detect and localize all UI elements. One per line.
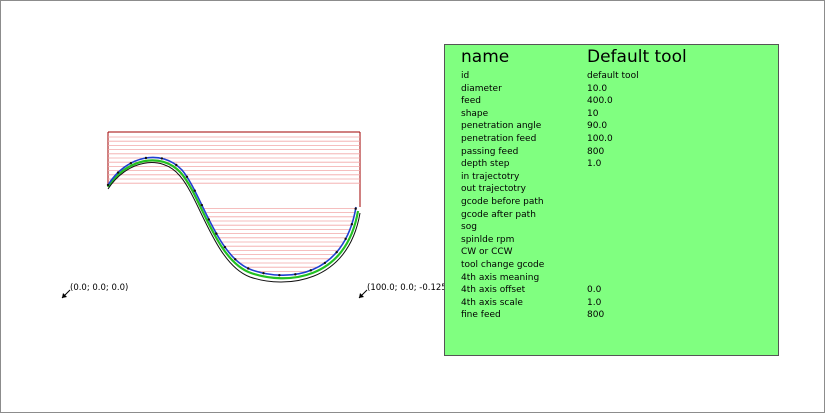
tool-name-value[interactable]: Default tool bbox=[587, 47, 687, 67]
origin-marker-start bbox=[61, 289, 71, 299]
property-value[interactable]: 1.0 bbox=[587, 159, 601, 169]
toolpath-point bbox=[223, 245, 227, 249]
toolpath-point bbox=[278, 273, 281, 277]
toolpath-point bbox=[160, 157, 164, 160]
property-key: CW or CCW bbox=[461, 247, 513, 258]
end-coordinate-label: (100.0; 0.0; -0.125) bbox=[367, 283, 451, 293]
property-value[interactable]: 10 bbox=[587, 109, 598, 119]
property-value[interactable]: 800 bbox=[587, 310, 604, 320]
name-header: name bbox=[461, 47, 510, 67]
property-value[interactable]: 0.0 bbox=[587, 285, 601, 295]
toolpath-point bbox=[323, 261, 327, 265]
toolpath-point bbox=[344, 237, 347, 241]
property-key: feed bbox=[461, 96, 481, 107]
property-key: fine feed bbox=[461, 310, 501, 321]
property-key: spinlde rpm bbox=[461, 234, 515, 245]
toolpath-point bbox=[262, 271, 265, 275]
toolpath-point bbox=[200, 203, 204, 207]
toolpath-point bbox=[185, 175, 189, 178]
tool-properties-panel[interactable]: name Default tool id default tool diameter… bbox=[444, 44, 779, 356]
toolpath-point bbox=[207, 218, 211, 221]
property-key: 4th axis meaning bbox=[461, 272, 540, 283]
property-key: penetration angle bbox=[461, 121, 542, 132]
toolpath-point bbox=[106, 183, 110, 187]
drawing-canvas[interactable]: (0.0; 0.0; 0.0) (100.0; 0.0; -0.125) nam… bbox=[0, 0, 825, 413]
toolpath-point bbox=[294, 273, 297, 276]
toolpath-point bbox=[193, 189, 196, 192]
toolpath-point bbox=[215, 232, 218, 235]
property-value[interactable]: 10.0 bbox=[587, 84, 607, 94]
property-key: gcode before path bbox=[461, 197, 544, 207]
property-key: penetration feed bbox=[461, 134, 537, 144]
origin-coordinate-label: (0.0; 0.0; 0.0) bbox=[70, 283, 129, 293]
toolpath-point bbox=[144, 156, 148, 160]
toolpath-point bbox=[175, 163, 178, 167]
toolpath-point bbox=[335, 250, 338, 254]
property-key: in trajectotry bbox=[461, 171, 520, 182]
toolpath-point bbox=[116, 171, 120, 174]
toolpath-point bbox=[350, 223, 354, 226]
origin-marker-end bbox=[358, 289, 368, 299]
property-key: sog bbox=[461, 222, 477, 233]
toolpath-green-curve bbox=[107, 159, 360, 280]
property-key: 4th axis scale bbox=[461, 297, 523, 308]
property-key: gcode after path bbox=[461, 209, 536, 220]
property-key: tool change gcode bbox=[461, 260, 545, 270]
property-key: out trajectotry bbox=[461, 184, 526, 195]
toolpath-point bbox=[309, 269, 312, 272]
property-value[interactable]: 90.0 bbox=[587, 121, 607, 131]
property-value[interactable]: default tool bbox=[587, 71, 639, 81]
property-key: depth step bbox=[461, 159, 510, 170]
property-key: diameter bbox=[461, 83, 502, 94]
toolpath-point bbox=[354, 207, 357, 210]
property-value[interactable]: 800 bbox=[587, 147, 604, 157]
property-value[interactable]: 400.0 bbox=[587, 96, 613, 106]
toolpath-point bbox=[234, 258, 237, 261]
property-value[interactable]: 1.0 bbox=[587, 298, 601, 308]
toolpath-point bbox=[247, 267, 250, 270]
property-key: passing feed bbox=[461, 146, 519, 157]
toolpath-point bbox=[129, 161, 133, 165]
property-value[interactable]: 100.0 bbox=[587, 134, 613, 144]
property-key: id bbox=[461, 71, 470, 81]
property-key: 4th axis offset bbox=[461, 285, 526, 296]
property-key: shape bbox=[461, 108, 489, 119]
